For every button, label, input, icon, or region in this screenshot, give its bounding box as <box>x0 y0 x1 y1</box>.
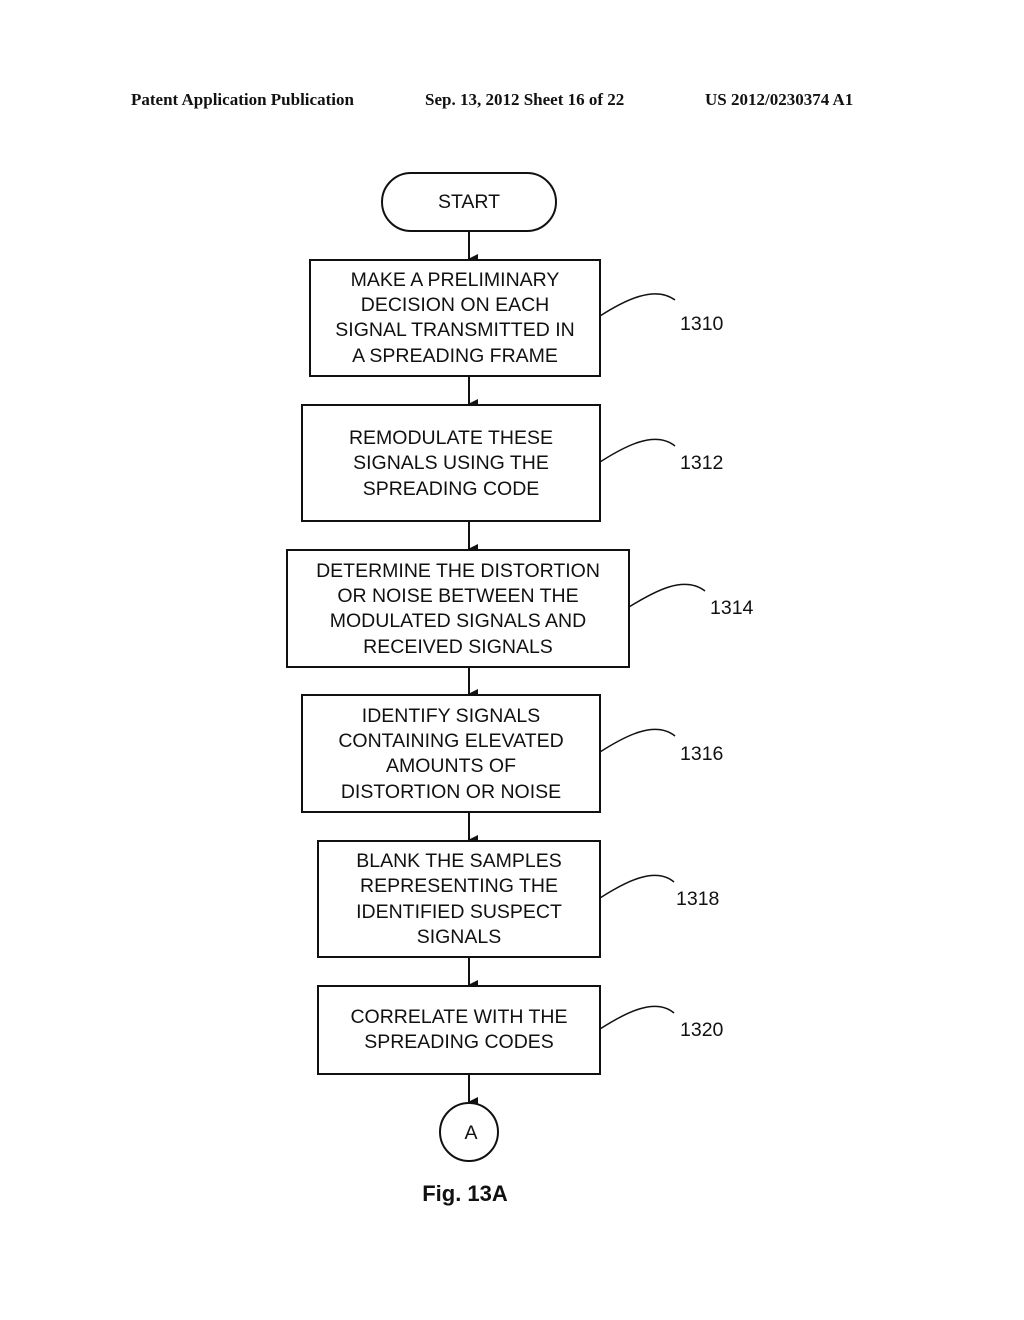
step-line: SIGNALS <box>417 926 502 948</box>
step-1312: REMODULATE THESE SIGNALS USING THE SPREA… <box>301 404 723 522</box>
step-line: CONTAINING ELEVATED <box>338 730 563 752</box>
step-line: IDENTIFY SIGNALS <box>362 705 540 727</box>
step-1320: CORRELATE WITH THE SPREADING CODES 1320 <box>317 985 724 1075</box>
step-line: RECEIVED SIGNALS <box>363 636 553 658</box>
leader-line <box>628 583 706 608</box>
step-line: DETERMINE THE DISTORTION <box>316 560 600 582</box>
reference-numeral: 1318 <box>676 888 719 910</box>
step-line: DECISION ON EACH <box>361 294 550 316</box>
reference-numeral: 1314 <box>710 597 754 619</box>
step-line: SPREADING CODE <box>363 478 540 500</box>
figure-label: Fig. 13A <box>422 1181 508 1206</box>
start-label: START <box>438 191 500 213</box>
step-line: DISTORTION OR NOISE <box>341 781 561 803</box>
step-line: IDENTIFIED SUSPECT <box>356 901 562 923</box>
step-line: SPREADING CODES <box>364 1031 554 1053</box>
reference-numeral: 1310 <box>680 313 724 335</box>
step-line: REPRESENTING THE <box>360 875 558 897</box>
step-box <box>317 985 601 1075</box>
step-line: MODULATED SIGNALS AND <box>330 610 586 632</box>
step-1314: DETERMINE THE DISTORTION OR NOISE BETWEE… <box>286 549 754 668</box>
flowchart: START MAKE A PRELIMINARY DECISION ON EAC… <box>286 172 754 1206</box>
step-1316: IDENTIFY SIGNALS CONTAINING ELEVATED AMO… <box>301 694 723 813</box>
step-line: SIGNAL TRANSMITTED IN <box>335 319 574 341</box>
step-line: REMODULATE THESE <box>349 427 553 449</box>
reference-numeral: 1312 <box>680 452 723 474</box>
step-line: BLANK THE SAMPLES <box>356 850 562 872</box>
leader-line <box>599 1005 675 1030</box>
step-1318: BLANK THE SAMPLES REPRESENTING THE IDENT… <box>317 840 719 958</box>
leader-line <box>599 728 676 753</box>
leader-line <box>599 438 676 463</box>
step-line: MAKE A PRELIMINARY <box>351 269 560 291</box>
step-1310: MAKE A PRELIMINARY DECISION ON EACH SIGN… <box>309 259 724 377</box>
step-line: OR NOISE BETWEEN THE <box>337 585 578 607</box>
step-line: A SPREADING FRAME <box>352 345 558 367</box>
connector-label: A <box>464 1122 477 1144</box>
step-line: AMOUNTS OF <box>386 755 516 777</box>
leader-line <box>599 874 675 899</box>
leader-line <box>599 293 676 317</box>
step-line: CORRELATE WITH THE <box>350 1006 567 1028</box>
reference-numeral: 1316 <box>680 743 723 765</box>
step-line: SIGNALS USING THE <box>353 452 549 474</box>
reference-numeral: 1320 <box>680 1019 724 1041</box>
